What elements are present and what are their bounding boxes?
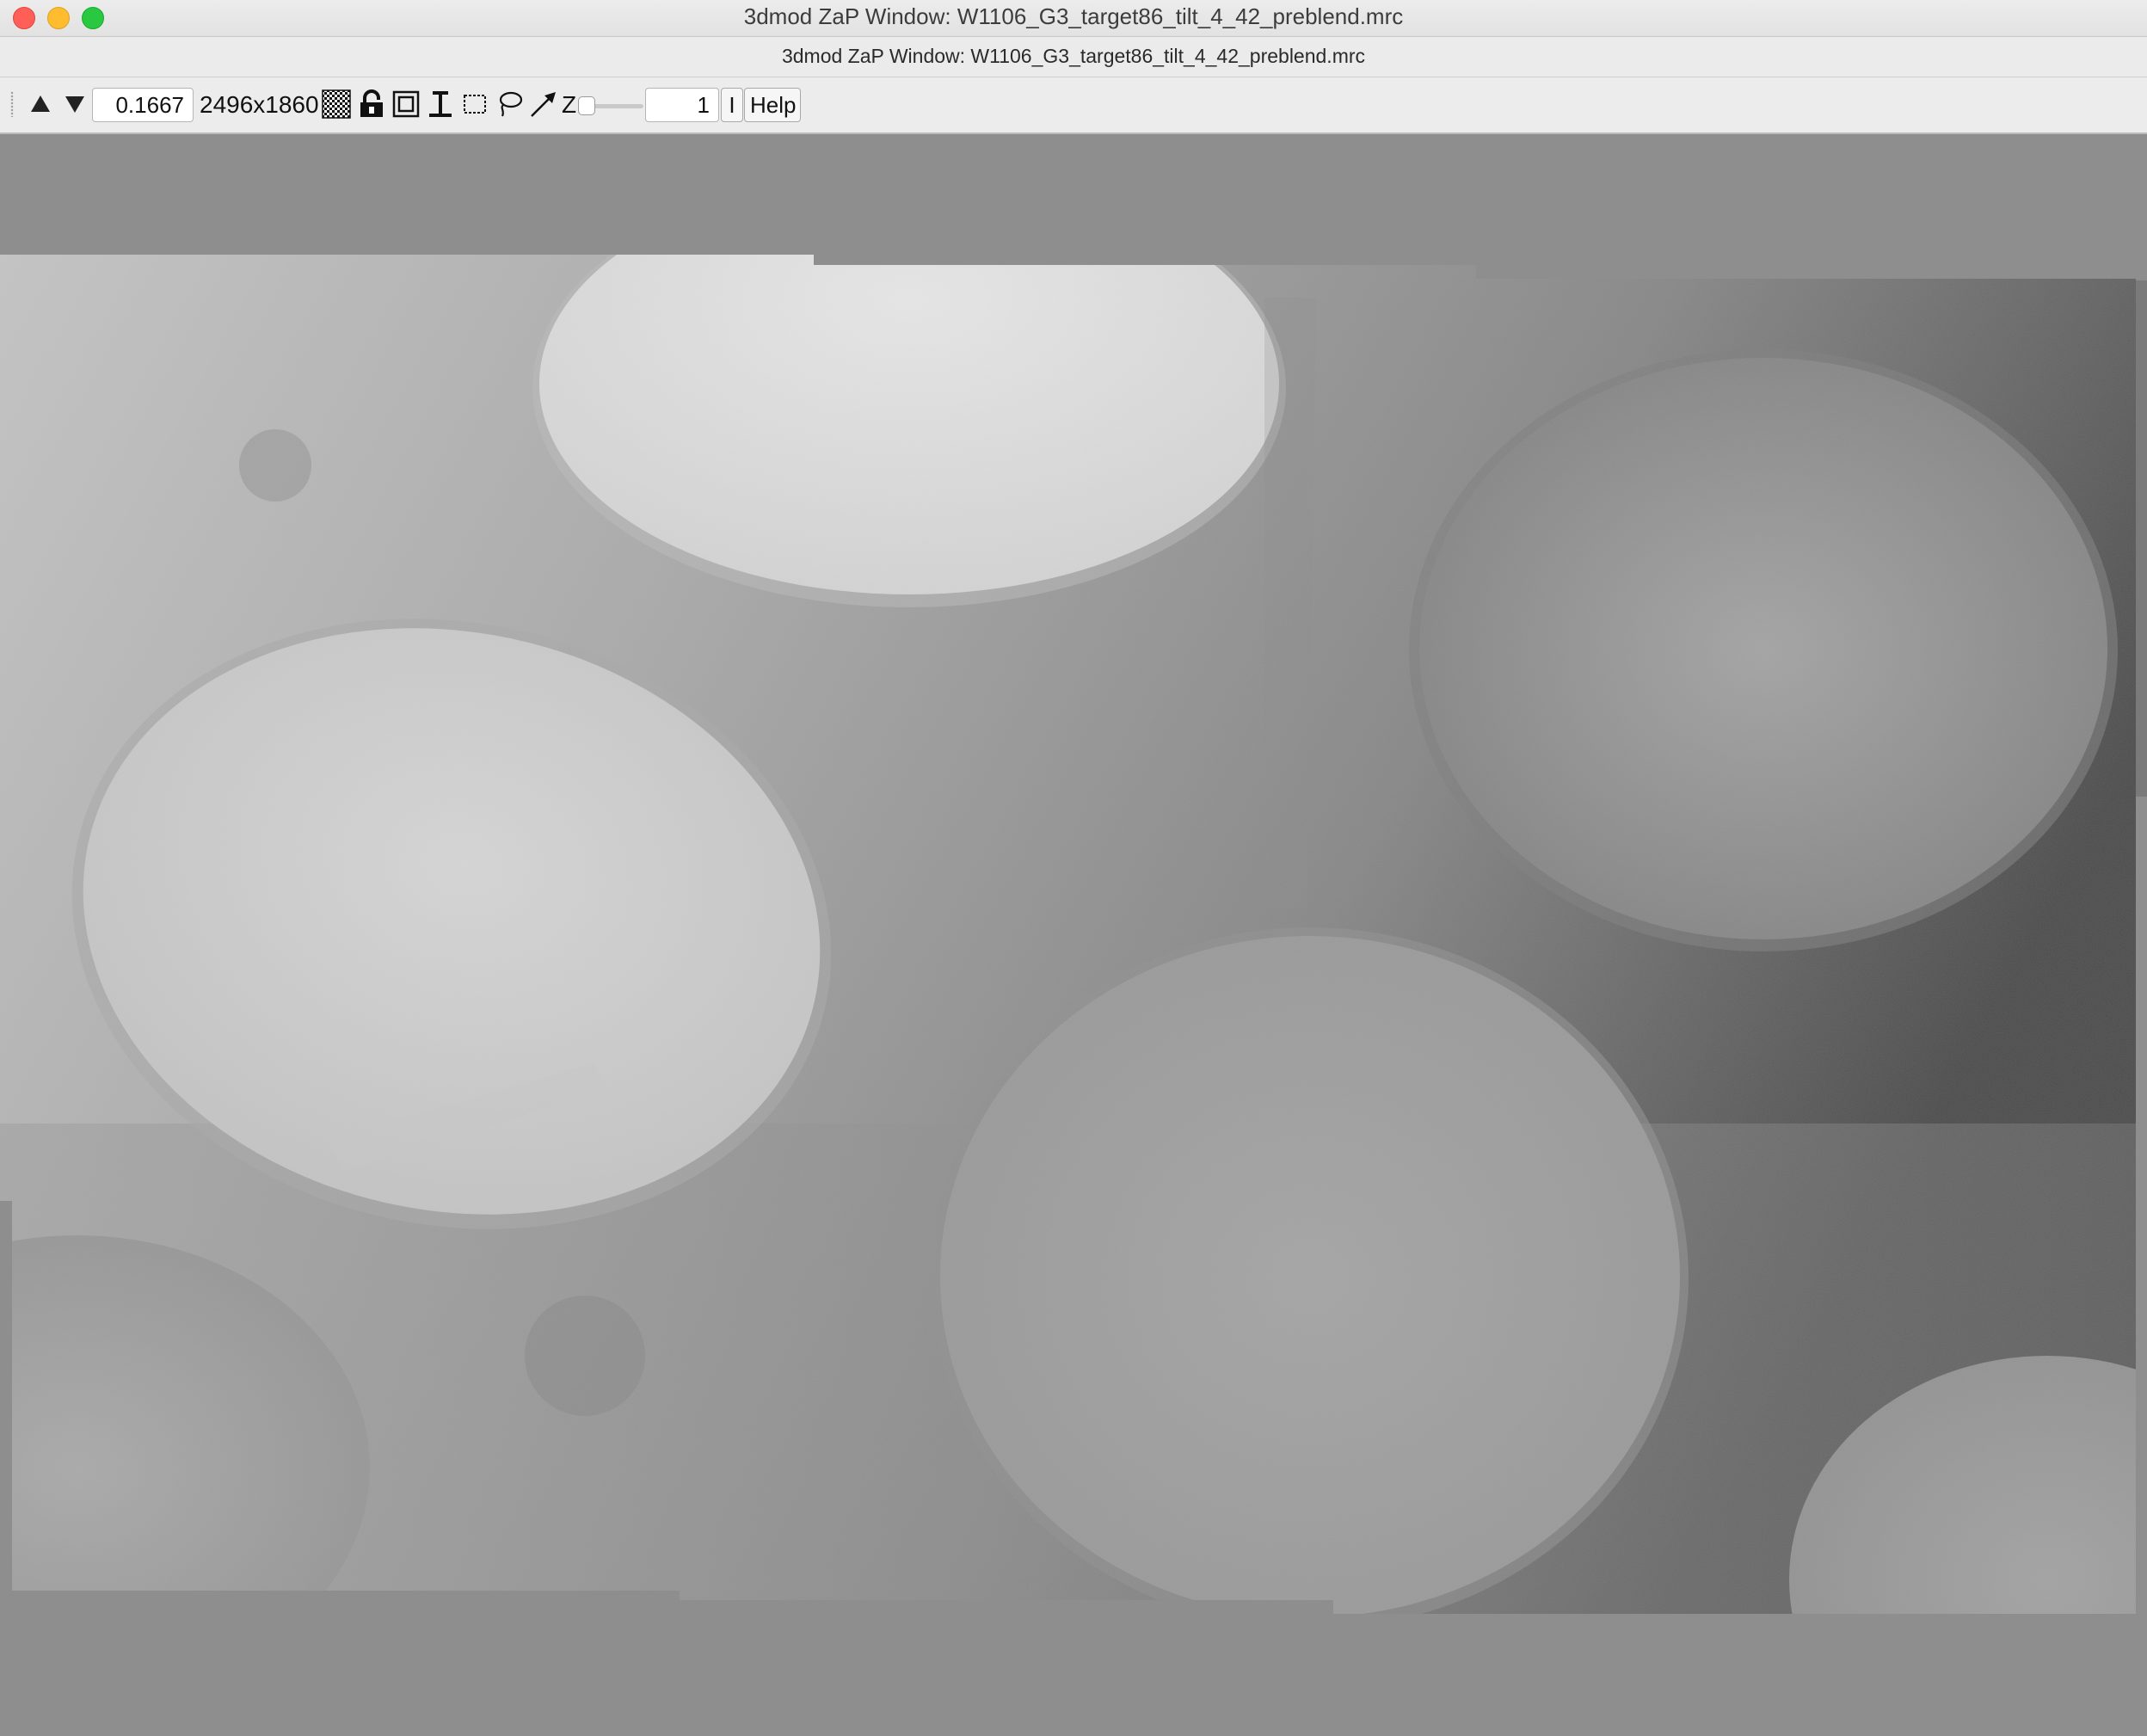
window-title: 3dmod ZaP Window: W1106_G3_target86_tilt… <box>743 3 1404 29</box>
center-box-icon[interactable] <box>391 89 421 119</box>
zap-window: 3dmod ZaP Window: W1106_G3_target86_tilt… <box>0 0 2147 1736</box>
titlebar: 3dmod ZaP Window: W1106_G3_target86_tilt… <box>0 0 2147 37</box>
z-section-field[interactable]: 1 <box>645 88 719 122</box>
z-label: Z <box>562 91 577 118</box>
zoom-up-arrow-icon[interactable] <box>28 89 53 119</box>
rubberband-icon[interactable] <box>459 89 490 119</box>
lasso-icon[interactable] <box>494 89 525 119</box>
inner-window-title: 3dmod ZaP Window: W1106_G3_target86_tilt… <box>781 45 1366 67</box>
arrow-icon[interactable] <box>528 89 559 119</box>
image-canvas[interactable] <box>0 134 2147 1736</box>
help-button[interactable]: Help <box>744 88 801 122</box>
zoom-down-arrow-icon[interactable] <box>62 89 88 119</box>
zoom-field[interactable]: 0.1667 <box>92 88 194 122</box>
micrograph-montage <box>0 255 2147 1614</box>
lock-icon[interactable] <box>356 89 387 119</box>
inner-titlebar: 3dmod ZaP Window: W1106_G3_target86_tilt… <box>0 37 2147 77</box>
toolbar-grip-handle[interactable] <box>10 91 14 117</box>
info-button[interactable]: I <box>721 88 743 122</box>
z-slider-handle[interactable] <box>578 96 595 115</box>
time-lock-icon[interactable] <box>425 89 456 119</box>
checkerboard-icon[interactable] <box>321 89 352 119</box>
toolbar: 0.1667 2496x1860 Z 1 I Help <box>0 77 2147 134</box>
image-size-label: 2496x1860 <box>200 91 319 118</box>
